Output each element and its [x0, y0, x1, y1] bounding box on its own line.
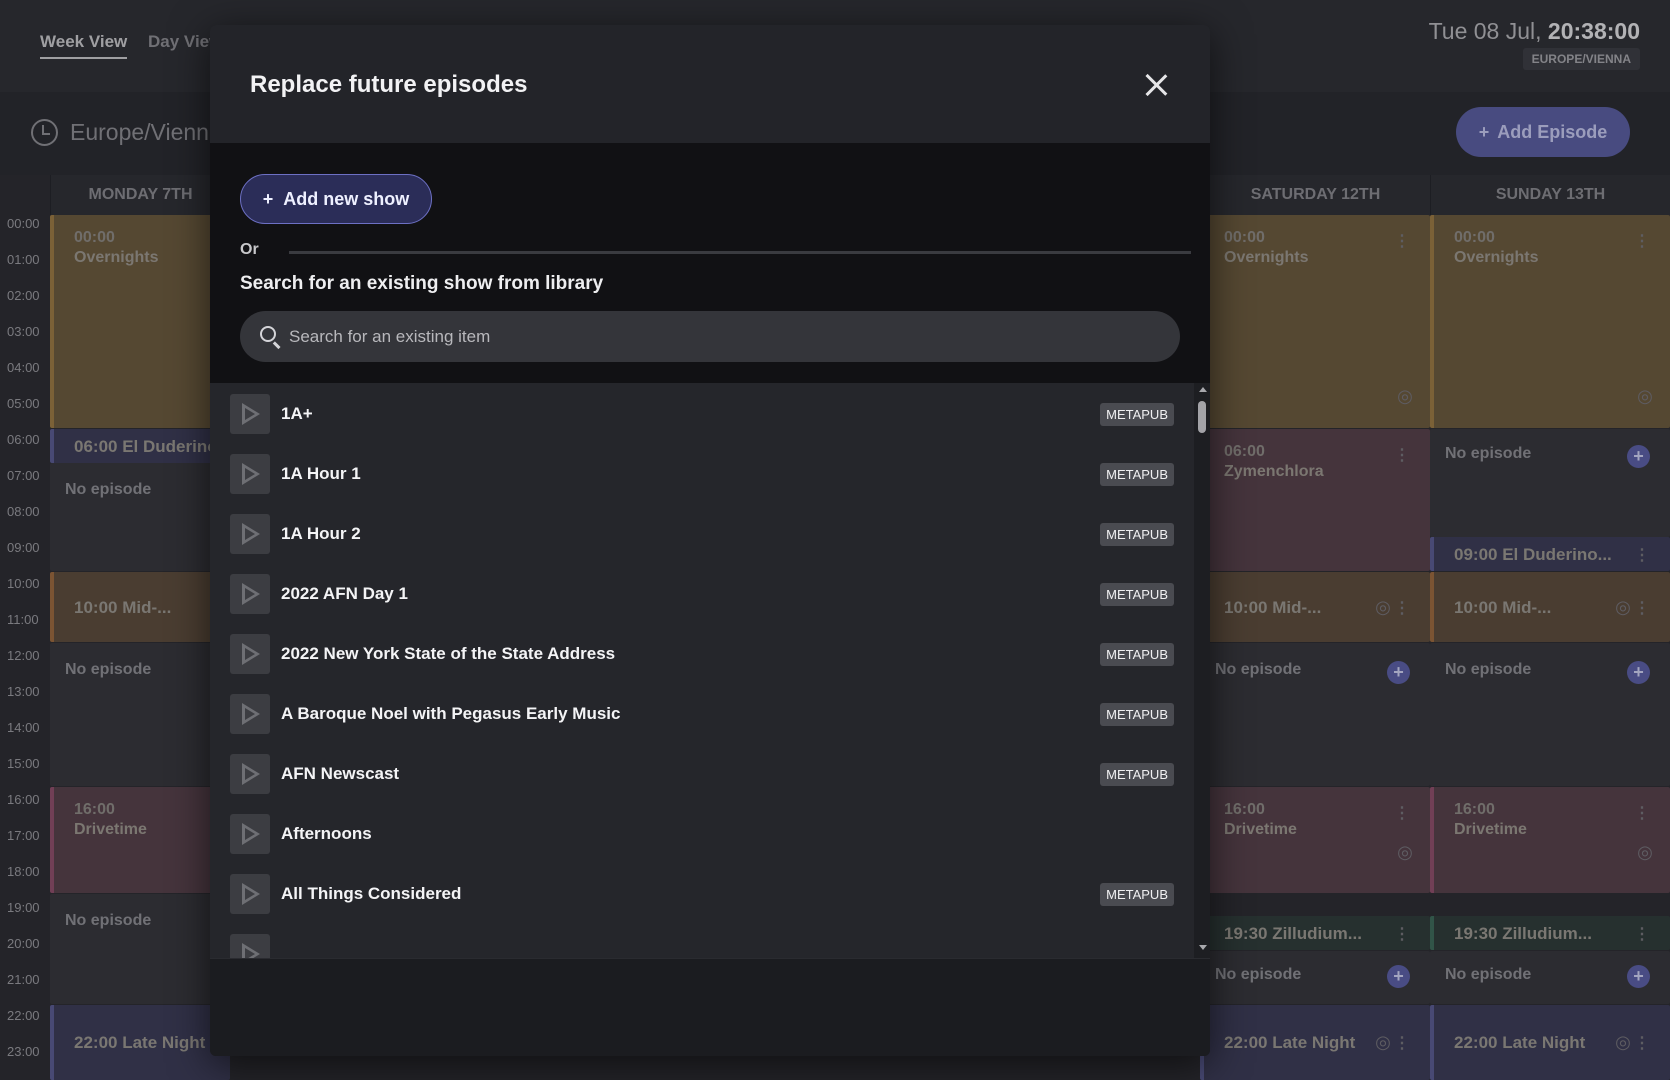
list-item[interactable]: 2022 New York State of the State Address…	[210, 623, 1194, 685]
search-input[interactable]	[289, 311, 1149, 362]
list-item[interactable]: All Things Considered METAPUB	[210, 863, 1194, 925]
show-thumbnail-play-icon	[230, 454, 270, 494]
show-title: AFN Newscast	[281, 764, 400, 783]
list-item[interactable]: AFN Newscast METAPUB	[210, 743, 1194, 805]
add-new-show-label: Add new show	[283, 188, 410, 209]
list-item[interactable]: 1A Hour 1 METAPUB	[210, 443, 1194, 505]
show-thumbnail-play-icon	[230, 754, 270, 794]
show-title: 1A Hour 1	[281, 464, 361, 483]
list-item[interactable]	[210, 923, 1194, 958]
dialog-footer	[210, 958, 1210, 1056]
show-title: 2022 New York State of the State Address	[281, 644, 616, 663]
show-thumbnail-play-icon	[230, 394, 270, 434]
source-badge: METAPUB	[1100, 583, 1174, 606]
source-badge: METAPUB	[1100, 463, 1174, 486]
source-badge: METAPUB	[1100, 403, 1174, 426]
search-field[interactable]	[240, 311, 1180, 362]
scroll-up-arrow-icon[interactable]	[1199, 387, 1207, 392]
source-badge: METAPUB	[1100, 703, 1174, 726]
source-badge: METAPUB	[1100, 763, 1174, 786]
show-thumbnail-play-icon	[230, 634, 270, 674]
show-thumbnail-play-icon	[230, 814, 270, 854]
list-item[interactable]: Afternoons	[210, 803, 1194, 865]
scroll-thumb[interactable]	[1198, 401, 1206, 433]
show-thumbnail-play-icon	[230, 514, 270, 554]
source-badge: METAPUB	[1100, 643, 1174, 666]
list-item[interactable]: 1A+ METAPUB	[210, 383, 1194, 445]
show-thumbnail-play-icon	[230, 874, 270, 914]
source-badge: METAPUB	[1100, 883, 1174, 906]
or-divider-label: Or	[240, 241, 259, 258]
show-title: 2022 AFN Day 1	[281, 584, 408, 603]
dialog-form: + Add new show Or Search for an existing…	[210, 143, 1210, 383]
show-title: 1A+	[281, 404, 313, 423]
show-thumbnail-play-icon	[230, 694, 270, 734]
list-scrollbar[interactable]	[1194, 383, 1210, 958]
list-item[interactable]: 2022 AFN Day 1 METAPUB	[210, 563, 1194, 625]
source-badge: METAPUB	[1100, 523, 1174, 546]
show-library-list: 1A+ METAPUB 1A Hour 1 METAPUB 1A Hour 2 …	[210, 383, 1194, 958]
show-title: 1A Hour 2	[281, 524, 361, 543]
show-title: All Things Considered	[281, 884, 462, 903]
show-thumbnail-play-icon	[230, 934, 270, 958]
divider	[289, 251, 1191, 254]
list-item[interactable]: 1A Hour 2 METAPUB	[210, 503, 1194, 565]
close-icon[interactable]	[1142, 71, 1170, 99]
scroll-down-arrow-icon[interactable]	[1199, 945, 1207, 950]
show-thumbnail-play-icon	[230, 574, 270, 614]
search-heading: Search for an existing show from library	[240, 273, 604, 294]
add-new-show-button[interactable]: + Add new show	[240, 174, 432, 224]
show-title: A Baroque Noel with Pegasus Early Music	[281, 704, 621, 723]
replace-episodes-dialog: Replace future episodes + Add new show O…	[210, 25, 1210, 1056]
list-item[interactable]: A Baroque Noel with Pegasus Early Music …	[210, 683, 1194, 745]
dialog-title: Replace future episodes	[250, 71, 528, 98]
dialog-header: Replace future episodes	[210, 25, 1210, 143]
plus-icon: +	[262, 188, 274, 209]
show-title: Afternoons	[281, 824, 372, 843]
search-icon	[260, 326, 276, 342]
